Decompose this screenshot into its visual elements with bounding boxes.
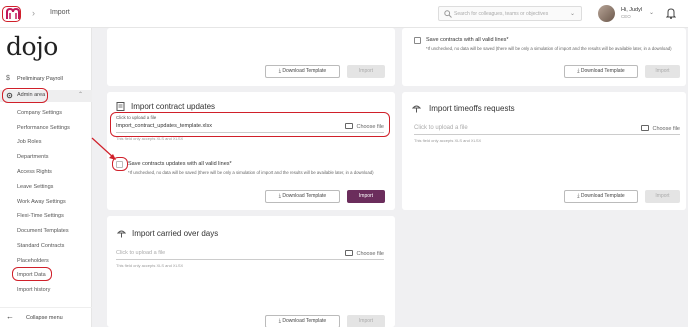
search-placeholder: Search for colleagues, teams or objectiv…	[454, 11, 549, 17]
sidebar-subitem-departments[interactable]: Departments	[17, 154, 49, 160]
choose-file-button[interactable]: Choose file	[345, 250, 384, 257]
file-upload-label: Click to upload a file	[116, 115, 157, 120]
sidebar-item-preliminary-payroll[interactable]: $ Preliminary Payroll	[0, 74, 92, 86]
file-upload-placeholder: Click to upload a file	[116, 250, 166, 256]
user-menu-chevron-icon[interactable]: ⌄	[649, 9, 654, 16]
file-upload-placeholder: Click to upload a file	[414, 125, 468, 131]
import-button[interactable]: Import	[347, 65, 385, 78]
sidebar-subitem-document-templates[interactable]: Document Templates	[17, 228, 69, 234]
choose-file-button[interactable]: Choose file	[641, 125, 680, 132]
file-upload-input[interactable]: Click to upload a file Choose file	[414, 123, 680, 135]
card-contract-updates: Import contract updates Click to upload …	[107, 92, 395, 210]
bell-icon[interactable]	[666, 7, 676, 19]
file-type-hint: This field only accepts XLS and XLSX	[116, 136, 184, 141]
import-button[interactable]: Import	[347, 190, 385, 203]
annotation-arrow	[91, 137, 116, 160]
sidebar-subitem-job-roles[interactable]: Job Roles	[17, 139, 41, 145]
dojo-logo-icon[interactable]	[6, 8, 20, 20]
sidebar-subitem-flexi-time-settings[interactable]: Flexi-Time Settings	[17, 213, 64, 219]
download-template-button[interactable]: ⤓ Download Template	[564, 65, 638, 78]
save-contract-updates-label: Save contracts updates with all valid li…	[128, 161, 232, 167]
sidebar-subitem-work-away-settings[interactable]: Work Away Settings	[17, 199, 66, 205]
card-title: Import timeoffs requests	[429, 104, 515, 113]
import-button[interactable]: Import	[645, 65, 680, 78]
dollar-icon: $	[6, 75, 10, 82]
breadcrumb: Import	[50, 9, 70, 16]
beach-umbrella-icon	[412, 105, 421, 113]
card-timeoffs: Import timeoffs requests Click to upload…	[402, 92, 686, 210]
sidebar-subitem-access-rights[interactable]: Access Rights	[17, 169, 52, 175]
collapse-menu-button[interactable]: ← Collapse menu	[0, 307, 92, 327]
save-contracts-label: Save contracts with all valid lines*	[426, 37, 509, 43]
choose-file-button[interactable]: Choose file	[345, 123, 384, 130]
sidebar-subitem-leave-settings[interactable]: Leave Settings	[17, 184, 53, 190]
file-upload-input[interactable]: Import_contract_updates_template.xlsx Ch…	[116, 121, 384, 133]
gear-icon	[6, 92, 13, 99]
folder-icon	[345, 123, 354, 129]
sidebar-item-admin-area[interactable]: Admin area ⌃	[0, 90, 92, 102]
top-bar: › Import Search for colleagues, teams or…	[0, 0, 688, 28]
import-button[interactable]: Import	[645, 190, 680, 203]
document-icon	[116, 102, 125, 111]
sidebar-item-label: Admin area	[17, 92, 46, 98]
file-type-hint: This field only accepts XLS and XLSX	[116, 263, 184, 268]
file-type-hint: This field only accepts XLS and XLSX	[414, 138, 482, 143]
save-contracts-checkbox[interactable]	[414, 37, 421, 44]
save-contract-updates-description: *If unchecked, no data will be saved (th…	[128, 170, 374, 175]
card-top-right: Save contracts with all valid lines* *If…	[402, 28, 686, 86]
sidebar-subitem-import-data[interactable]: Import Data	[17, 272, 46, 278]
sidebar-subitem-placeholders[interactable]: Placeholders	[17, 258, 49, 264]
card-title: Import carried over days	[132, 229, 219, 238]
sidebar-subitem-performance-settings[interactable]: Performance Settings	[17, 125, 70, 131]
brand-logo: dojo	[6, 32, 58, 61]
user-greeting: Hi, Judyl	[621, 7, 643, 13]
chevron-up-icon: ⌃	[78, 92, 84, 98]
sidebar-subitem-import-history[interactable]: Import history	[17, 287, 50, 293]
sidebar-item-label: Preliminary Payroll	[17, 76, 63, 82]
file-upload-input[interactable]: Click to upload a file Choose file	[116, 248, 384, 260]
card-title: Import contract updates	[131, 102, 216, 111]
chevron-down-icon: ⌄	[569, 11, 575, 17]
save-contracts-description: *If unchecked, no data will be saved (th…	[426, 46, 672, 51]
sidebar: dojo $ Preliminary Payroll Admin area ⌃ …	[0, 28, 92, 327]
file-name: Import_contract_updates_template.xlsx	[116, 123, 212, 129]
arrow-left-icon: ←	[6, 312, 14, 321]
breadcrumb-separator: ›	[32, 8, 35, 18]
card-carried-over-days: Import carried over days Click to upload…	[107, 216, 395, 327]
folder-icon	[345, 250, 354, 256]
download-template-button[interactable]: ⤓ Download Template	[265, 315, 340, 327]
search-icon	[444, 10, 452, 18]
sidebar-subitem-standard-contracts[interactable]: Standard Contracts	[17, 243, 64, 249]
sidebar-subitem-company-settings[interactable]: Company Settings	[17, 110, 62, 116]
folder-icon	[641, 125, 650, 131]
avatar[interactable]	[598, 5, 615, 22]
collapse-menu-label: Collapse menu	[26, 315, 63, 321]
user-role: CEO	[621, 14, 631, 19]
download-template-button[interactable]: ⤓ Download Template	[564, 190, 638, 203]
download-template-button[interactable]: ⤓ Download Template	[265, 190, 340, 203]
search-input[interactable]: Search for colleagues, teams or objectiv…	[438, 6, 582, 21]
import-button[interactable]: Import	[347, 315, 385, 327]
card-top-left: ⤓ Download Template Import	[107, 28, 395, 86]
beach-umbrella-icon	[117, 230, 126, 238]
download-template-button[interactable]: ⤓ Download Template	[265, 65, 340, 78]
